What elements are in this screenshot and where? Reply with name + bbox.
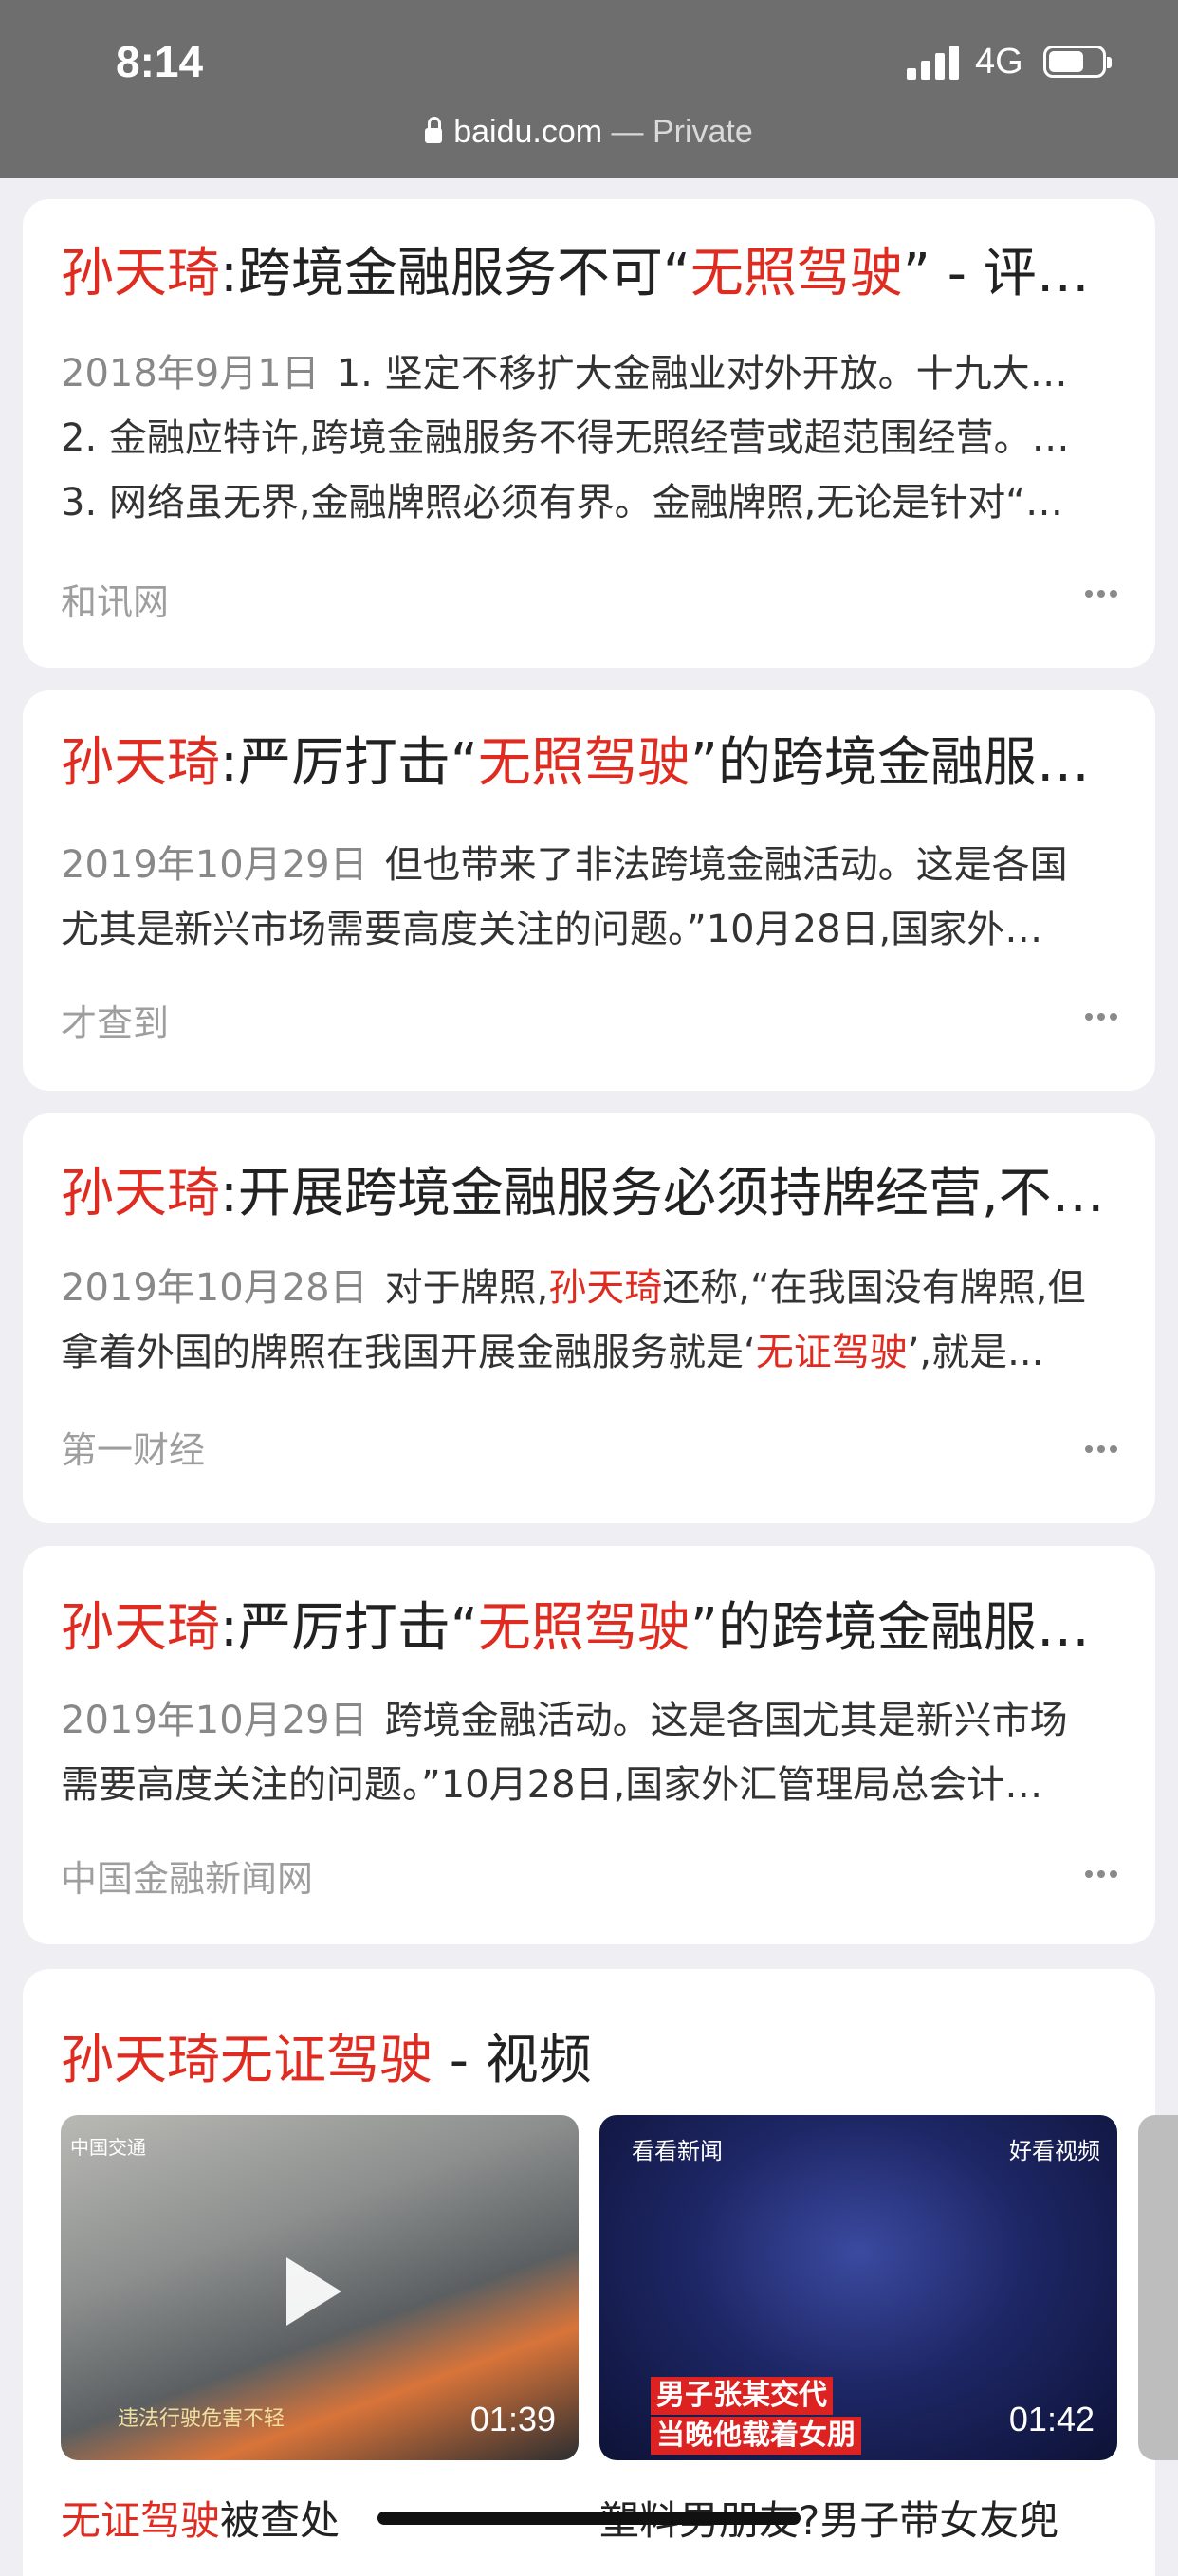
result-card[interactable]: 孙天琦:严厉打击“无照驾驶”的跨境金融服… 2019年10月29日 跨境金融活动。… [23,1546,1155,1944]
channel-watermark: 中国交通 [70,2136,146,2159]
url-domain: baidu.com [453,114,603,150]
more-options-icon[interactable] [1085,1013,1117,1021]
result-source: 才查到 [61,1003,170,1044]
title-keyword: 孙天琦 [61,1597,220,1659]
title-text: ” - 评… [902,243,1090,304]
result-date: 2019年10月29日 [61,1699,368,1742]
video-thumbnail[interactable]: 中国交通 违法行驶危害不轻 01:39 [61,2115,579,2460]
title-keyword: 孙天琦无证驾驶 [61,2030,433,2091]
title-text: :开展跨境金融服务必须持牌经营,不… [220,1163,1105,1224]
snippet-line: 需要高度关注的问题。”10月28日,国家外汇管理局总会计… [61,1763,1043,1807]
private-label: — Private [602,114,753,150]
result-date: 2019年10月29日 [61,843,368,887]
clock: 8:14 [116,37,204,86]
result-card[interactable]: 孙天琦:严厉打击“无照驾驶”的跨境金融服… 2019年10月29日 但也带来了非法… [23,690,1155,1091]
video-thumbnail-partial[interactable] [1138,2115,1178,2460]
title-keyword: 无照驾驶 [477,732,690,794]
result-snippet: 2019年10月29日 但也带来了非法跨境金融活动。这是各国 尤其是新兴市场需要高… [61,833,1117,962]
snippet-keyword: 孙天琦 [548,1266,663,1310]
result-snippet: 2019年10月29日 跨境金融活动。这是各国尤其是新兴市场 需要高度关注的问题。… [61,1688,1117,1817]
network-type: 4G [975,42,1023,82]
result-title[interactable]: 孙天琦:严厉打击“无照驾驶”的跨境金融服… [61,730,1121,797]
snippet-line: 跨境金融活动。这是各国尤其是新兴市场 [384,1699,1068,1742]
result-date: 2019年10月28日 [61,1266,368,1310]
channel-watermark: 看看新闻 [632,2138,723,2164]
title-text: ”的跨境金融服… [690,1597,1090,1659]
snippet-line: 1. 坚定不移扩大金融业对外开放。十九大… [336,352,1068,396]
result-snippet: 2019年10月28日 对于牌照,孙天琦还称,“在我国没有牌照,但 拿着外国的牌照… [61,1256,1117,1385]
video-section: 孙天琦无证驾驶 - 视频 中国交通 违法行驶危害不轻 01:39 看看新闻 好看… [23,1969,1178,2576]
result-snippet: 2018年9月1日 1. 坚定不移扩大金融业对外开放。十九大… 2. 金融应特许,… [61,341,1117,535]
result-title[interactable]: 孙天琦:开展跨境金融服务必须持牌经营,不… [61,1161,1121,1227]
result-source: 和讯网 [61,581,170,623]
platform-watermark: 好看视频 [1009,2138,1100,2164]
result-card[interactable]: 孙天琦:跨境金融服务不可“无照驾驶” - 评… 2018年9月1日 1. 坚定不移… [23,199,1155,668]
address-bar[interactable]: baidu.com — Private [0,114,1178,151]
video-duration: 01:42 [1008,2400,1095,2438]
snippet-text: 拿着外国的牌照在我国开展金融服务就是‘ [61,1331,756,1374]
result-title[interactable]: 孙天琦:跨境金融服务不可“无照驾驶” - 评… [61,241,1121,307]
snippet-line: 尤其是新兴市场需要高度关注的问题。”10月28日,国家外… [61,908,1043,951]
video-section-title[interactable]: 孙天琦无证驾驶 - 视频 [61,2028,592,2094]
snippet-text: 还称,“在我国没有牌照,但 [662,1266,1086,1310]
snippet-line: 3. 网络虽无界,金融牌照必须有界。金融牌照,无论是针对“… [61,481,1064,524]
title-text: :跨境金融服务不可“ [220,243,690,304]
snippet-line: 但也带来了非法跨境金融活动。这是各国 [384,843,1068,887]
title-text: ”的跨境金融服… [690,732,1090,794]
snippet-line: 2. 金融应特许,跨境金融服务不得无照经营或超范围经营。… [61,416,1070,460]
title-keyword: 孙天琦 [61,732,220,794]
video-thumbnail[interactable]: 看看新闻 好看视频 男子张某交代 当晚他载着女朋 01:42 [599,2115,1117,2460]
title-keyword: 孙天琦 [61,1163,220,1224]
result-source: 中国金融新闻网 [61,1858,314,1900]
news-banner: 男子张某交代 当晚他载着女朋 [651,2377,861,2455]
title-keyword: 无照驾驶 [477,1597,690,1659]
snippet-keyword: 无证驾驶 [755,1331,908,1374]
result-date: 2018年9月1日 [61,352,320,396]
video-duration: 01:39 [469,2400,556,2438]
title-keyword: 无照驾驶 [690,243,903,304]
result-source: 第一财经 [61,1429,206,1471]
result-card[interactable]: 孙天琦:开展跨境金融服务必须持牌经营,不… 2019年10月28日 对于牌照,孙天… [23,1113,1155,1523]
lock-icon [425,117,443,143]
snippet-text: 对于牌照, [384,1266,549,1310]
more-options-icon[interactable] [1085,1870,1117,1878]
battery-icon [1043,46,1112,78]
snippet-text: ’,就是... [907,1331,1044,1374]
title-keyword: 孙天琦 [61,243,220,304]
caption-keyword: 无证驾驶 [61,2497,221,2544]
more-options-icon[interactable] [1085,590,1117,598]
title-text: :严厉打击“ [220,732,478,794]
video-subtitle: 违法行驶危害不轻 [118,2407,285,2431]
video-caption[interactable]: 无证驾驶被查处 [61,2489,340,2547]
title-text: :严厉打击“ [220,1597,478,1659]
result-title[interactable]: 孙天琦:严厉打击“无照驾驶”的跨境金融服… [61,1595,1121,1662]
title-text: - 视频 [433,2030,592,2091]
status-bar: 8:14 4G baidu.com — Private [0,0,1178,178]
play-icon[interactable] [286,2257,341,2326]
caption-text: 被查处 [220,2497,341,2544]
home-indicator[interactable] [377,2512,801,2525]
more-options-icon[interactable] [1085,1445,1117,1453]
cellular-signal-icon [907,44,960,80]
